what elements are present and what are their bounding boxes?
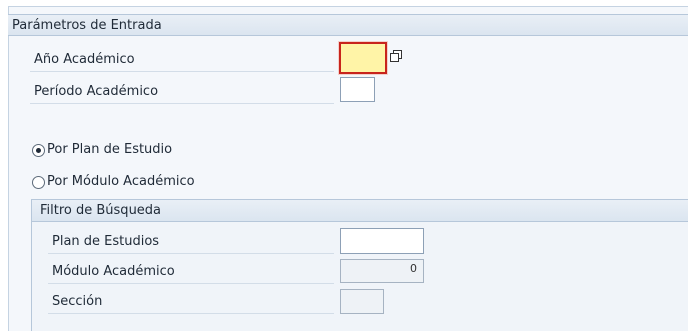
search-filter-title: Filtro de Búsqueda xyxy=(40,203,162,218)
academic-year-field[interactable] xyxy=(339,42,387,74)
academic-module-row: Módulo Académico xyxy=(48,260,334,284)
academic-module-field[interactable]: 0 xyxy=(340,259,424,283)
study-plan-row: Plan de Estudios xyxy=(48,230,334,254)
section-label: Sección xyxy=(52,294,103,309)
academic-year-label: Año Académico xyxy=(34,52,135,67)
academic-period-label: Período Académico xyxy=(34,84,159,99)
multiple-selection-icon[interactable] xyxy=(390,50,402,62)
radio-label: Por Módulo Académico xyxy=(47,174,195,189)
study-plan-label: Plan de Estudios xyxy=(52,234,160,249)
study-plan-field[interactable] xyxy=(340,228,424,254)
section-row: Sección xyxy=(48,290,334,314)
academic-module-label: Módulo Académico xyxy=(52,264,175,279)
search-filter-header: Filtro de Búsqueda xyxy=(32,200,688,222)
radio-button-checked[interactable] xyxy=(32,144,45,157)
academic-year-row: Año Académico xyxy=(30,48,334,72)
academic-period-row: Período Académico xyxy=(30,80,334,104)
section-header: Parámetros de Entrada xyxy=(8,14,688,36)
section-field[interactable] xyxy=(340,289,384,314)
radio-label: Por Plan de Estudio xyxy=(47,142,173,157)
section-title: Parámetros de Entrada xyxy=(12,18,162,33)
radio-by-academic-module[interactable]: Por Módulo Académico xyxy=(32,173,252,193)
academic-period-field[interactable] xyxy=(340,77,375,102)
radio-by-study-plan[interactable]: Por Plan de Estudio xyxy=(32,141,232,161)
radio-button-unchecked[interactable] xyxy=(32,176,45,189)
